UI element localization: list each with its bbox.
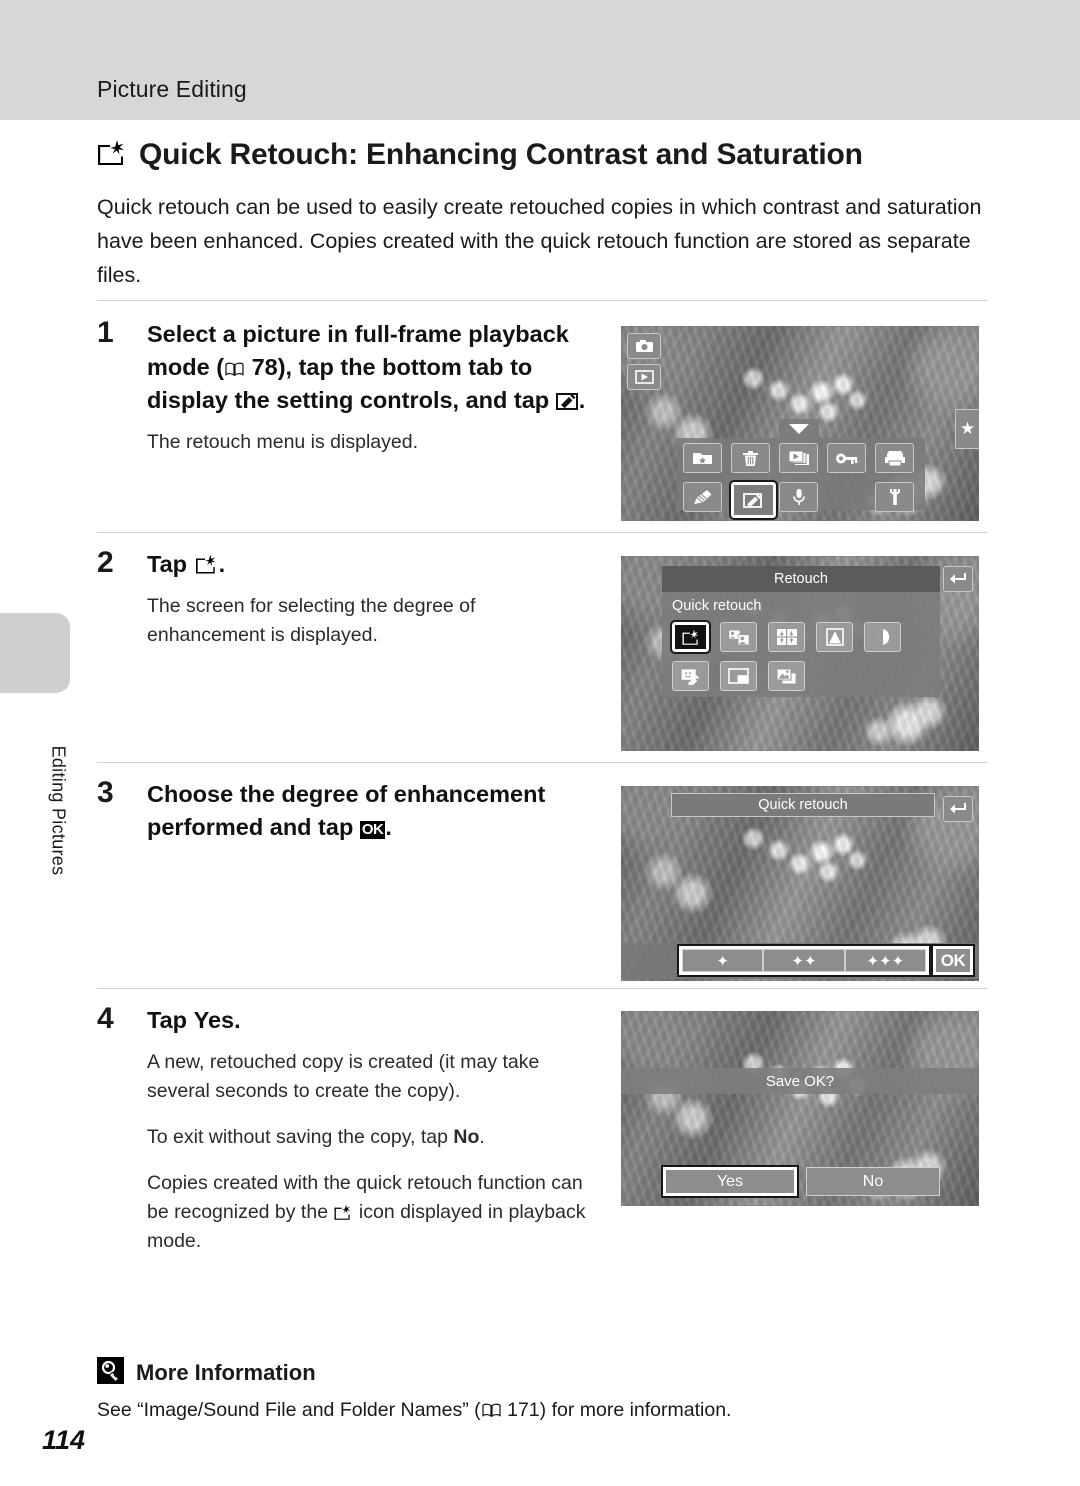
step-instruction: Choose the degree of enhancement perform… [147, 778, 597, 844]
print-order-icon[interactable] [875, 443, 914, 473]
step-instruction: Tap . [147, 548, 597, 581]
ok-inline-glyph: OK [359, 821, 386, 839]
book-page-icon [482, 1400, 501, 1418]
slideshow-icon[interactable] [779, 443, 818, 473]
retouch-inline-icon [555, 387, 579, 413]
voice-memo-icon[interactable] [779, 482, 818, 512]
running-head: Picture Editing [97, 76, 247, 102]
retouch-menu-panel: Retouch Quick retouch [662, 566, 940, 697]
page-number: 114 [42, 1425, 86, 1455]
quick-retouch-icon [97, 139, 127, 172]
chevron-down-icon[interactable] [789, 424, 809, 434]
step-instruction-part-c: . [218, 551, 226, 577]
step-4-screenshot: Save OK? Yes No [621, 1011, 979, 1206]
step-note-part-a: To exit without saving the copy, tap [147, 1126, 454, 1148]
black-border-icon[interactable] [864, 622, 901, 652]
page-reference: 78 [251, 354, 278, 380]
more-information-part-a: See “Image/Sound File and Folder Names” … [97, 1399, 481, 1421]
page-title: Quick Retouch: Enhancing Contrast and Sa… [139, 138, 863, 171]
page-reference: 171 [507, 1399, 540, 1421]
delete-trash-icon[interactable] [731, 443, 770, 473]
step-3-screenshot: Quick retouch ✦ ✦✦ ✦✦✦ OK [621, 786, 979, 981]
favorites-star-tab[interactable]: ★ [955, 409, 979, 449]
step-instruction-part-a: Tap [147, 1007, 194, 1033]
step-2-screenshot: Retouch Quick retouch [621, 556, 979, 751]
step-note: The screen for selecting the degree of e… [147, 595, 476, 646]
quick-retouch-inline-icon [194, 551, 219, 577]
step-number: 1 [97, 316, 114, 349]
small-picture-icon[interactable] [720, 661, 757, 691]
section-divider [97, 988, 987, 989]
protect-key-icon[interactable] [827, 443, 866, 473]
skin-softening-icon[interactable] [720, 622, 757, 652]
more-information-part-b: ) for more information. [539, 1399, 732, 1421]
step-instruction-part-c: . [578, 387, 586, 413]
d-lighting-icon[interactable] [768, 622, 805, 652]
enhancement-level-group[interactable]: ✦ ✦✦ ✦✦✦ [677, 944, 931, 977]
step-instruction-part-c: . [234, 1007, 241, 1033]
retouch-menu-title: Retouch [662, 566, 940, 592]
step-note: Copies created with the quick retouch fu… [147, 1169, 597, 1256]
quick-retouch-badge-icon [333, 1201, 353, 1223]
book-page-icon [225, 352, 244, 377]
save-prompt-label: Save OK? [621, 1068, 979, 1094]
step-instruction: Select a picture in full-frame playback … [147, 318, 597, 417]
step-3: 3 Choose the degree of enhancement perfo… [97, 778, 597, 844]
retouch-icon[interactable] [729, 480, 778, 520]
back-icon[interactable] [943, 566, 973, 592]
step-instruction-emphasis: Yes [193, 1007, 235, 1033]
more-information-body: See “Image/Sound File and Folder Names” … [97, 1399, 987, 1422]
draw-pencil-icon[interactable] [683, 482, 722, 512]
step-number: 4 [97, 1002, 114, 1035]
section-divider [97, 300, 987, 301]
retouch-menu-subtitle: Quick retouch [672, 598, 762, 614]
more-information-title: More Information [136, 1360, 316, 1385]
step-note: The retouch menu is displayed. [147, 431, 418, 453]
step-note-emphasis: No [453, 1126, 480, 1148]
playback-icon[interactable] [627, 364, 661, 390]
level-1-button[interactable]: ✦ [682, 949, 764, 972]
step-note: A new, retouched copy is created (it may… [147, 1051, 540, 1102]
more-information-heading-row: More Information [97, 1357, 316, 1389]
yes-button[interactable]: Yes [661, 1165, 799, 1198]
step-1: 1 Select a picture in full-frame playbac… [97, 318, 597, 457]
smart-portrait-icon[interactable] [672, 661, 709, 691]
step-note-part-b: . [479, 1126, 485, 1148]
step-note: To exit without saving the copy, tap No. [147, 1123, 597, 1152]
no-button[interactable]: No [806, 1167, 940, 1196]
step-instruction-part-a: Tap [147, 551, 194, 577]
camera-icon[interactable] [627, 333, 661, 359]
section-divider [97, 762, 987, 763]
chapter-thumb-tab [0, 613, 70, 693]
step-instruction-part-c: . [385, 814, 392, 840]
setup-wrench-icon[interactable] [875, 482, 914, 512]
step-instruction-part-a: Choose the degree of enhancement perform… [147, 781, 546, 840]
level-3-button[interactable]: ✦✦✦ [844, 949, 926, 972]
step-1-screenshot: ★ [621, 326, 979, 521]
quick-retouch-icon[interactable] [670, 620, 711, 654]
step-2: 2 Tap . The screen for selecting the deg… [97, 548, 597, 650]
step-4: 4 Tap Yes. A new, retouched copy is crea… [97, 1004, 597, 1256]
favorites-folder-icon[interactable] [683, 443, 722, 473]
ok-button[interactable]: OK [931, 944, 975, 977]
intro-paragraph: Quick retouch can be used to easily crea… [97, 195, 982, 287]
level-2-button[interactable]: ✦✦ [763, 949, 845, 972]
step-number: 3 [97, 776, 114, 809]
section-divider [97, 532, 987, 533]
more-information-icon [97, 1357, 124, 1389]
step-number: 2 [97, 546, 114, 579]
page-title-row: Quick Retouch: Enhancing Contrast and Sa… [97, 138, 987, 172]
crop-icon[interactable] [768, 661, 805, 691]
step-instruction: Tap Yes. [147, 1004, 597, 1037]
filter-effects-icon[interactable] [816, 622, 853, 652]
chapter-side-label: Editing Pictures [48, 745, 69, 876]
quick-retouch-title: Quick retouch [671, 793, 935, 817]
back-icon[interactable] [943, 796, 973, 822]
